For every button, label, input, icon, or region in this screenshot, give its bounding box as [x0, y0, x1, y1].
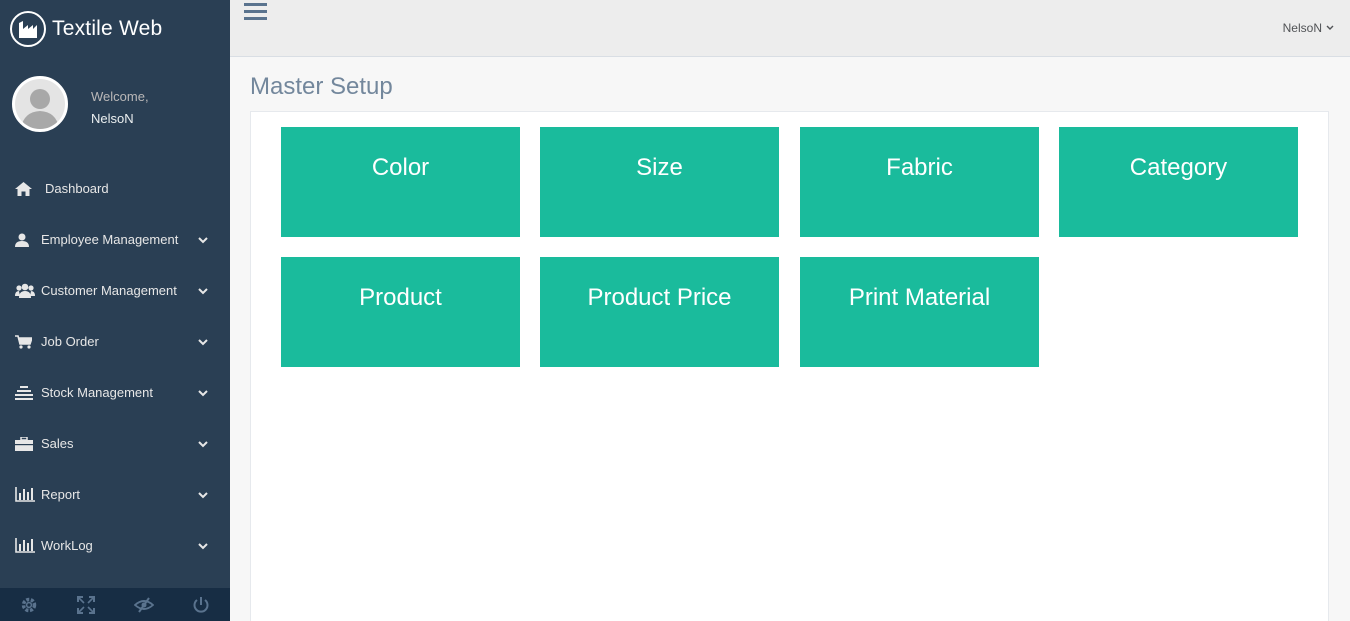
sidebar-item-dashboard[interactable]: Dashboard: [0, 163, 230, 214]
sidebar-item-stock-management[interactable]: Stock Management: [0, 367, 230, 418]
sidebar-item-label: Sales: [41, 436, 74, 451]
sidebar-footer: [0, 588, 230, 621]
page-title: Master Setup: [250, 73, 393, 100]
user-icon: [15, 232, 35, 248]
top-nav: NelsoN: [230, 0, 1350, 57]
sidebar-item-label: Report: [41, 487, 81, 502]
brand-title: Textile Web: [52, 16, 163, 40]
chevron-down-icon: [198, 338, 208, 345]
chevron-down-icon: [198, 542, 208, 549]
gear-icon[interactable]: [0, 588, 58, 621]
bar-chart-icon: [15, 538, 35, 554]
tile-print-material[interactable]: Print Material: [800, 257, 1039, 367]
sidebar-item-employee-management[interactable]: Employee Management: [0, 214, 230, 265]
briefcase-icon: [15, 436, 35, 452]
power-icon[interactable]: [173, 588, 231, 621]
sidebar-item-label: Job Order: [41, 334, 99, 349]
users-icon: [15, 283, 35, 299]
side-menu: Dashboard Employee Management Customer M…: [0, 163, 230, 571]
tile-size[interactable]: Size: [540, 127, 779, 237]
tile-fabric[interactable]: Fabric: [800, 127, 1039, 237]
tile-product-price[interactable]: Product Price: [540, 257, 779, 367]
sidebar-item-label: Customer Management: [41, 283, 177, 298]
sidebar-item-label: Employee Management: [41, 232, 179, 247]
sidebar-item-sales[interactable]: Sales: [0, 418, 230, 469]
tile-color[interactable]: Color: [281, 127, 520, 237]
home-icon: [15, 181, 35, 197]
chevron-down-icon: [1326, 25, 1334, 30]
profile: Welcome, NelsoN: [0, 57, 230, 157]
sidebar-item-job-order[interactable]: Job Order: [0, 316, 230, 367]
chevron-down-icon: [198, 287, 208, 294]
sidebar-item-label: WorkLog: [41, 538, 93, 553]
avatar: [12, 76, 68, 132]
chevron-down-icon: [198, 491, 208, 498]
bar-chart-icon: [15, 487, 35, 503]
tile-category[interactable]: Category: [1059, 127, 1298, 237]
brand[interactable]: Textile Web: [0, 0, 230, 57]
chevron-down-icon: [198, 440, 208, 447]
tile-product[interactable]: Product: [281, 257, 520, 367]
profile-username: NelsoN: [91, 111, 134, 126]
sidebar-item-label: Stock Management: [41, 385, 154, 400]
chevron-down-icon: [198, 236, 208, 243]
chevron-down-icon: [198, 389, 208, 396]
stack-icon: [15, 385, 35, 401]
sidebar-item-label: Dashboard: [45, 181, 109, 196]
sidebar-item-customer-management[interactable]: Customer Management: [0, 265, 230, 316]
welcome-text: Welcome,: [91, 89, 149, 104]
factory-icon: [10, 10, 46, 47]
sidebar: Textile Web Welcome, NelsoN Dashboard Em…: [0, 0, 230, 621]
fullscreen-icon[interactable]: [58, 588, 116, 621]
cart-icon: [15, 334, 35, 350]
sidebar-item-report[interactable]: Report: [0, 469, 230, 520]
eye-slash-icon[interactable]: [115, 588, 173, 621]
user-dropdown-label: NelsoN: [1282, 21, 1322, 35]
user-dropdown[interactable]: NelsoN: [1283, 21, 1334, 35]
menu-toggle-icon[interactable]: [244, 2, 268, 22]
sidebar-item-worklog[interactable]: WorkLog: [0, 520, 230, 571]
content-panel: Color Size Fabric Category Product Produ…: [250, 111, 1329, 621]
